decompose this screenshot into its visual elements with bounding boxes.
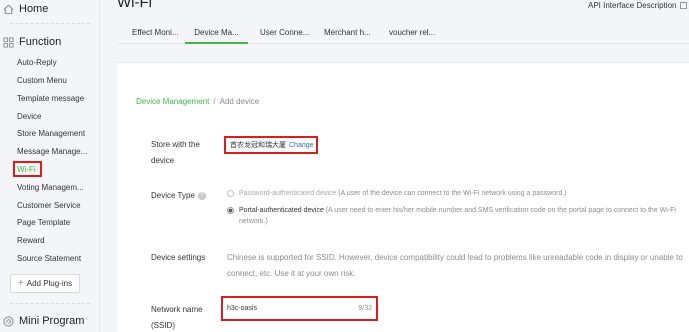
network-name-label-line1: Network name [151,305,203,314]
api-interface-link[interactable]: API Interface Description [588,1,688,10]
device-settings-label: Device settings [151,253,206,262]
breadcrumb-separator: / [213,97,216,106]
store-label: Store with the device [151,137,200,169]
device-type-label: Device Type? [151,188,206,204]
option-password-title: Password-authenticated device [239,190,337,197]
external-window-icon [680,2,688,9]
plus-icon: + [17,278,24,289]
ssid-compatibility-note: Chinese is supported for SSID. However, … [227,253,683,278]
add-plugins-label: Add Plug-ins [26,279,73,288]
tab-voucher-release[interactable]: voucher rel... [389,22,435,44]
help-icon[interactable]: ? [197,191,206,200]
sidebar-function-label: Function [19,36,62,48]
sidebar-item-voting-management[interactable]: Voting Managem... [17,182,84,194]
tab-device-management[interactable]: Device Ma... [185,22,248,44]
store-label-line1: Store with the [151,140,200,149]
network-name-label: Network name (SSID) [151,302,203,332]
ssid-char-count: 9/32 [358,305,372,312]
radio-portal[interactable] [227,207,234,214]
tab-merchant-homepage[interactable]: Merchant h... [324,22,371,44]
option-portal-title: Portal-authenticated device [239,207,324,214]
divider [10,23,90,24]
sidebar-item-auto-reply[interactable]: Auto-Reply [17,57,57,69]
home-icon [2,3,14,15]
radio-password[interactable] [227,190,234,197]
store-label-line2: device [151,156,175,165]
grid-icon [2,36,14,48]
breadcrumb-current: Add device [219,97,260,106]
add-plugins-button[interactable]: + Add Plug-ins [10,274,80,293]
option-password-desc: (A user of the device can connect to the… [336,190,567,197]
tab-user-connection[interactable]: User Conne... [260,22,309,44]
sidebar-item-reward[interactable]: Reward [17,235,45,247]
network-name-label-line2: (SSID) [151,321,175,330]
tab-bar: Effect Moni... Device Ma... User Conne..… [117,22,689,44]
breadcrumb-device-management[interactable]: Device Management [136,97,209,106]
tab-effect-monitoring[interactable]: Effect Moni... [132,22,179,44]
ssid-highlight-box: h3c-oasis 9/32 [221,296,378,321]
sidebar-function[interactable]: Function [0,32,61,52]
ssid-input[interactable]: h3c-oasis 9/32 [227,301,372,316]
sidebar-item-page-template[interactable]: Page Template [17,217,70,229]
store-name: 首农龙冠和瑞大厦 [230,142,286,149]
device-type-label-text: Device Type [151,191,195,200]
ssid-value: h3c-oasis [227,305,257,312]
breadcrumb: Device Management / Add device [136,97,259,106]
sidebar-item-customer-service[interactable]: Customer Service [17,200,81,212]
option-password-authenticated[interactable]: Password-authenticated device (A user of… [227,188,687,199]
change-store-link[interactable]: Change [289,142,314,149]
sidebar-mini-program-label: Mini Program [19,315,85,327]
divider [10,303,90,304]
sidebar-home[interactable]: Home [0,0,48,19]
sidebar: Home Function Auto-Reply Custom Menu Tem… [0,0,100,332]
store-selector: 首农龙冠和瑞大厦 Change [224,136,318,154]
sidebar-item-source-statement[interactable]: Source Statement [17,253,81,265]
sidebar-mini-program[interactable]: Mini Program [0,311,84,331]
page-title: Wi-Fi [117,0,152,11]
wifi-highlight-box [13,161,42,177]
api-interface-label: API Interface Description [588,1,677,10]
sidebar-home-label: Home [19,3,49,15]
sidebar-item-store-management[interactable]: Store Management [17,128,85,140]
mini-program-icon [2,315,14,327]
option-portal-authenticated[interactable]: Portal-authenticated device (A user need… [227,205,687,227]
sidebar-item-message-management[interactable]: Message Manage... [17,146,87,158]
sidebar-item-custom-menu[interactable]: Custom Menu [17,75,67,87]
sidebar-item-template-message[interactable]: Template message [17,93,84,105]
sidebar-item-device[interactable]: Device [17,111,41,123]
